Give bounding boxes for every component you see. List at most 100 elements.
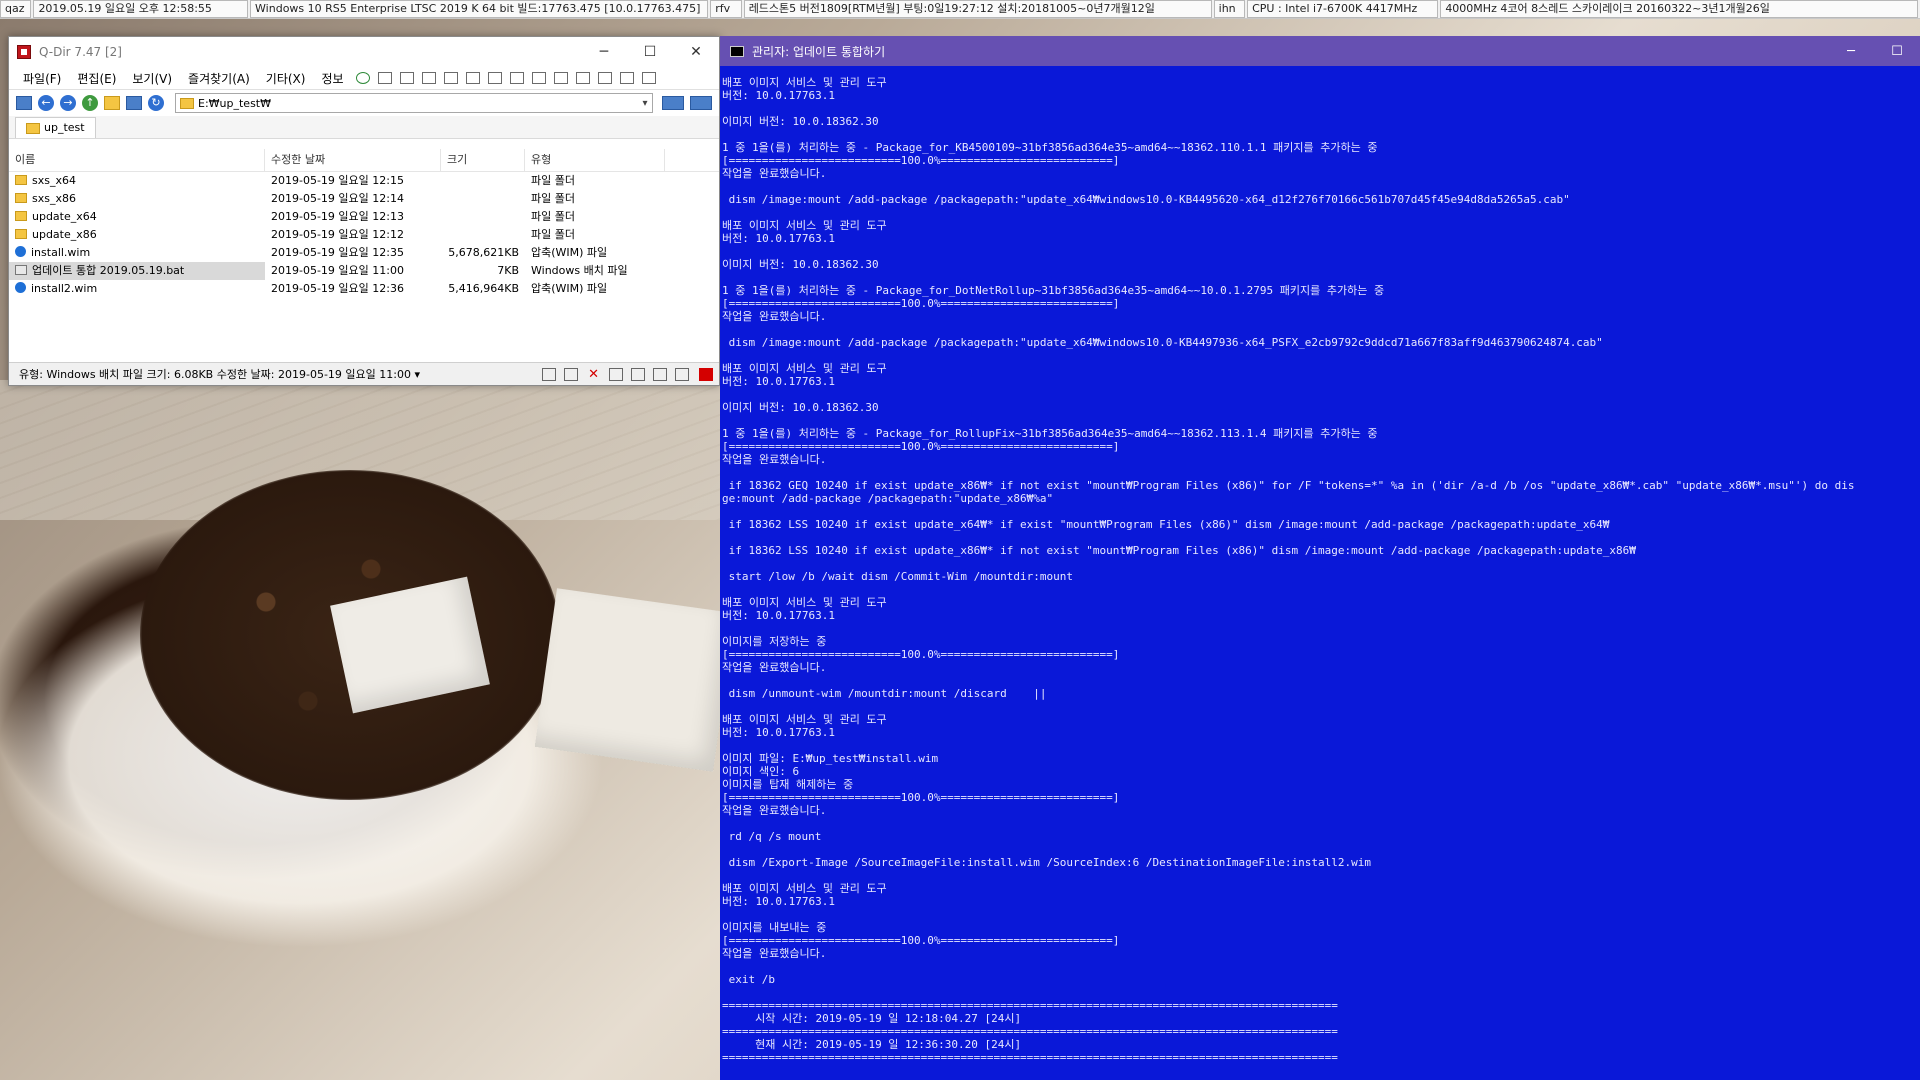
menu-extras[interactable]: 기타(X) <box>258 70 314 87</box>
layout-icon[interactable] <box>399 72 414 84</box>
layout-icon[interactable] <box>377 72 392 84</box>
pin-icon[interactable] <box>641 72 656 84</box>
console-line: 현재 시간: 2019-05-19 일 12:36:30.20 [24시] <box>722 1038 1022 1051</box>
file-row[interactable]: sxs_x64 2019-05-19 일요일 12:15 파일 폴더 <box>9 172 719 190</box>
layout-icon[interactable] <box>443 72 458 84</box>
file-name-cell[interactable]: sxs_x86 <box>9 190 265 208</box>
file-row[interactable]: update_x64 2019-05-19 일요일 12:13 파일 폴더 <box>9 208 719 226</box>
file-name-cell[interactable]: update_x64 <box>9 208 265 226</box>
paste-icon[interactable] <box>653 367 667 381</box>
minimize-button[interactable]: ─ <box>1828 44 1874 59</box>
layout-icon[interactable] <box>509 72 524 84</box>
topbar-segment[interactable]: rfv <box>710 0 742 18</box>
view-mode-icon[interactable] <box>662 96 684 110</box>
monitor-icon[interactable] <box>690 96 712 110</box>
file-name: update_x86 <box>32 228 97 241</box>
layout-icon[interactable] <box>487 72 502 84</box>
menu-view[interactable]: 보기(V) <box>124 70 180 87</box>
delete-icon[interactable]: ✕ <box>588 367 599 382</box>
file-name-cell[interactable]: sxs_x64 <box>9 172 265 190</box>
chevron-down-icon[interactable]: ▾ <box>638 98 652 109</box>
maximize-button[interactable]: ☐ <box>1874 44 1920 59</box>
file-row[interactable]: sxs_x86 2019-05-19 일요일 12:14 파일 폴더 <box>9 190 719 208</box>
file-name-cell[interactable]: install.wim <box>9 244 265 262</box>
console-line: 버전: 10.0.17763.1 <box>722 89 835 102</box>
console-output[interactable]: 배포 이미지 서비스 및 관리 도구 버전: 10.0.17763.1 이미지 버전… <box>720 76 1920 1076</box>
file-name-cell[interactable]: install2.wim <box>9 280 265 298</box>
file-row[interactable]: update_x86 2019-05-19 일요일 12:12 파일 폴더 <box>9 226 719 244</box>
layout-icon[interactable] <box>597 72 612 84</box>
menu-file[interactable]: 파일(F) <box>15 70 69 87</box>
panel-toggle-icon[interactable] <box>16 96 32 110</box>
layout-icon[interactable] <box>421 72 436 84</box>
console-line: 1 중 1을(를) 처리하는 중 - Package_for_RollupFix… <box>722 427 1378 440</box>
console-line: 1 중 1을(를) 처리하는 중 - Package_for_KB4500109… <box>722 141 1378 154</box>
console-line: 이미지 버전: 10.0.18362.30 <box>722 401 879 414</box>
menu-favorites[interactable]: 즐겨찾기(A) <box>180 70 258 87</box>
file-row[interactable]: install2.wim 2019-05-19 일요일 12:36 5,416,96… <box>9 280 719 298</box>
topbar-segment[interactable]: qaz <box>0 0 32 18</box>
folder-icon <box>15 229 27 239</box>
console-app-icon[interactable] <box>730 45 744 57</box>
file-name-cell[interactable]: update_x86 <box>9 226 265 244</box>
file-list-header: 이름 수정한 날짜 크기 유형 <box>9 149 719 172</box>
topbar-build-info[interactable]: 레드스톤5 버전1809[RTM년월] 부팅:0일19:27:12 설치:201… <box>743 0 1212 18</box>
layout-icon[interactable] <box>465 72 480 84</box>
refresh-icon[interactable]: ↻ <box>148 95 164 111</box>
topbar-segment[interactable]: ihn <box>1213 0 1246 18</box>
console-line: rd /q /s mount <box>722 830 822 843</box>
topbar-os-version[interactable]: Windows 10 RS5 Enterprise LTSC 2019 K 64… <box>250 0 709 18</box>
copy-icon[interactable] <box>631 367 645 381</box>
file-row[interactable]: 업데이트 통합 2019.05.19.bat 2019-05-19 일요일 11:… <box>9 262 719 280</box>
layout-icon[interactable] <box>575 72 590 84</box>
minimize-button[interactable]: ─ <box>581 44 627 60</box>
maximize-button[interactable]: ☐ <box>627 44 673 60</box>
mail-icon[interactable] <box>564 367 579 381</box>
layout-icon[interactable] <box>531 72 546 84</box>
address-bar[interactable]: E:₩up_test₩ ▾ <box>175 93 653 113</box>
rename-icon[interactable] <box>675 367 689 381</box>
address-input[interactable]: E:₩up_test₩ <box>198 97 638 110</box>
globe-icon[interactable] <box>355 72 370 84</box>
folder-open-icon[interactable] <box>104 96 120 110</box>
file-type: 파일 폴더 <box>531 228 575 241</box>
up-arrow-icon[interactable]: ↑ <box>82 95 98 111</box>
file-name: install2.wim <box>31 282 98 295</box>
menu-edit[interactable]: 편집(E) <box>69 70 124 87</box>
view-grid-icon[interactable] <box>126 96 142 110</box>
topbar-cpu-detail[interactable]: 4000MHz 4코어 8스레드 스카이레이크 20160322~3년1개월26… <box>1440 0 1918 18</box>
topbar-cpu[interactable]: CPU : Intel i7-6700K 4417MHz <box>1247 0 1439 18</box>
topbar-datetime[interactable]: 2019.05.19 일요일 오후 12:58:55 <box>33 0 249 18</box>
console-line: start /low /b /wait dism /Commit-Wim /mo… <box>722 570 1073 583</box>
qdir-titlebar[interactable]: Q-Dir 7.47 [2] ─ ☐ ✕ <box>9 37 719 67</box>
menu-info[interactable]: 정보 <box>313 70 351 87</box>
properties-icon[interactable] <box>699 367 713 381</box>
column-header-date[interactable]: 수정한 날짜 <box>265 149 441 171</box>
lightning-icon[interactable] <box>542 367 557 381</box>
file-size: 5,416,964KB <box>448 282 519 295</box>
column-header-name[interactable]: 이름 <box>9 149 265 171</box>
column-header-size[interactable]: 크기 <box>441 149 525 171</box>
back-arrow-icon[interactable]: ← <box>38 95 54 111</box>
cut-icon[interactable] <box>609 367 623 381</box>
tab-up-test[interactable]: up_test <box>15 117 96 138</box>
close-button[interactable]: ✕ <box>673 44 719 60</box>
layout-icon[interactable] <box>553 72 568 84</box>
column-header-type[interactable]: 유형 <box>525 149 665 171</box>
file-row[interactable]: install.wim 2019-05-19 일요일 12:35 5,678,621… <box>9 244 719 262</box>
layout-icon[interactable] <box>619 72 634 84</box>
forward-arrow-icon[interactable]: → <box>60 95 76 111</box>
qdir-app-icon[interactable] <box>17 45 31 59</box>
file-name-cell[interactable]: 업데이트 통합 2019.05.19.bat <box>9 262 265 280</box>
console-titlebar[interactable]: 관리자: 업데이트 통합하기 ─ ☐ <box>720 36 1920 66</box>
file-type: Windows 배치 파일 <box>531 264 628 277</box>
